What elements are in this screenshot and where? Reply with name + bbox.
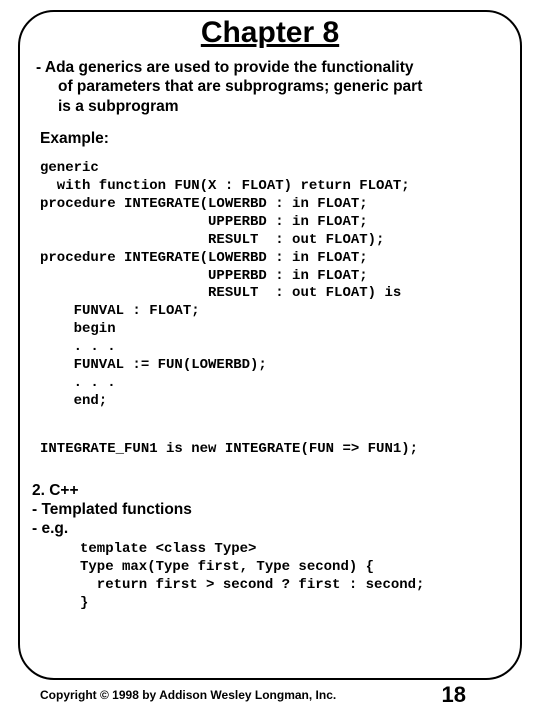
example-label: Example: xyxy=(40,130,508,148)
code-block-generic: generic with function FUN(X : FLOAT) ret… xyxy=(40,160,508,411)
bullet-ada-generics: - Ada generics are used to provide the f… xyxy=(36,58,506,116)
slide-frame: Chapter 8 - Ada generics are used to pro… xyxy=(18,10,522,680)
section2-line-3: - e.g. xyxy=(32,520,68,537)
section2-line-2: - Templated functions xyxy=(32,501,192,518)
bullet-line-2: of parameters that are subprograms; gene… xyxy=(36,77,506,96)
code-block-instantiate: INTEGRATE_FUN1 is new INTEGRATE(FUN => F… xyxy=(40,441,508,459)
section2-line-1: 2. C++ xyxy=(32,482,79,499)
bullet-line-3: is a subprogram xyxy=(36,97,506,116)
code-block-template: template <class Type> Type max(Type firs… xyxy=(80,541,508,613)
page-number: 18 xyxy=(442,682,466,708)
section-cpp: 2. C++ - Templated functions - e.g. xyxy=(32,481,508,539)
footer: Copyright © 1998 by Addison Wesley Longm… xyxy=(40,682,500,708)
chapter-title: Chapter 8 xyxy=(32,16,508,50)
copyright-text: Copyright © 1998 by Addison Wesley Longm… xyxy=(40,688,336,702)
bullet-line-1: - Ada generics are used to provide the f… xyxy=(36,59,414,76)
